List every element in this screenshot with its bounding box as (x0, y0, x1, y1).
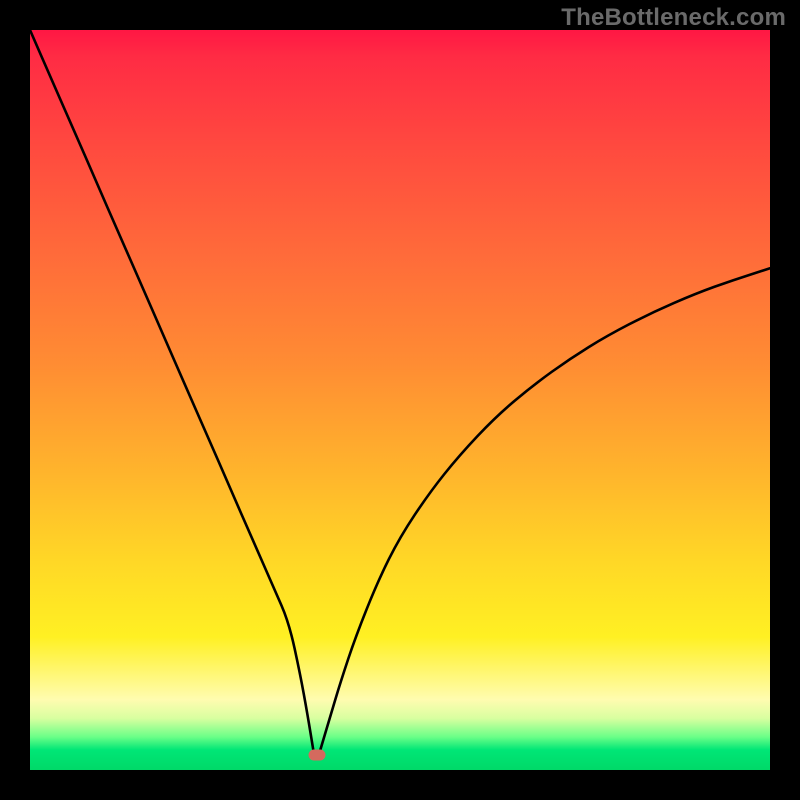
operating-point-marker (309, 750, 326, 761)
bottleneck-curve (30, 30, 770, 770)
plot-area (30, 30, 770, 770)
curve-left-branch (30, 30, 313, 751)
chart-frame: TheBottleneck.com (0, 0, 800, 800)
curve-right-branch (320, 268, 770, 750)
watermark-text: TheBottleneck.com (561, 4, 786, 32)
